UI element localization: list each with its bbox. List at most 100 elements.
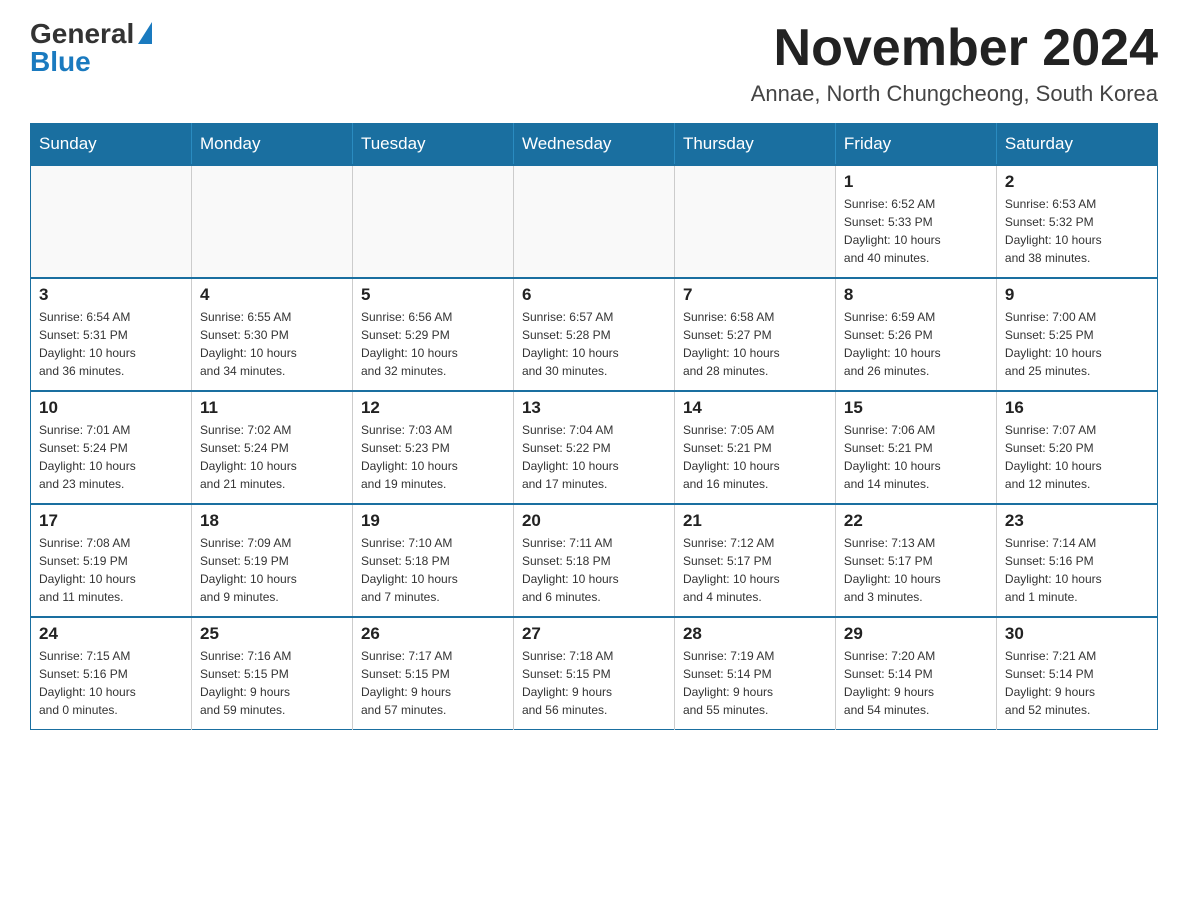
week-row-4: 17Sunrise: 7:08 AM Sunset: 5:19 PM Dayli… bbox=[31, 504, 1158, 617]
calendar-cell: 17Sunrise: 7:08 AM Sunset: 5:19 PM Dayli… bbox=[31, 504, 192, 617]
logo-blue-text: Blue bbox=[30, 48, 91, 76]
title-section: November 2024 Annae, North Chungcheong, … bbox=[751, 20, 1158, 107]
calendar-cell: 1 Sunrise: 6:52 AM Sunset: 5:33 PM Daylig… bbox=[835, 165, 996, 278]
day-info: Sunrise: 7:05 AM Sunset: 5:21 PM Dayligh… bbox=[683, 421, 827, 493]
calendar-cell: 15 Sunrise: 7:06 AM Sunset: 5:21 PM Dayli… bbox=[835, 391, 996, 504]
calendar-cell bbox=[31, 165, 192, 278]
day-header-wednesday: Wednesday bbox=[513, 124, 674, 166]
logo-general-text: General bbox=[30, 20, 134, 48]
logo: General Blue bbox=[30, 20, 152, 76]
calendar-cell bbox=[352, 165, 513, 278]
day-number: 26 bbox=[361, 624, 505, 644]
calendar-cell: 30 Sunrise: 7:21 AM Sunset: 5:14 PM Dayli… bbox=[996, 617, 1157, 730]
day-info: Sunrise: 6:54 AM Sunset: 5:31 PM Dayligh… bbox=[39, 308, 183, 380]
day-info: Sunrise: 7:04 AM Sunset: 5:22 PM Dayligh… bbox=[522, 421, 666, 493]
day-number: 11 bbox=[200, 398, 344, 418]
calendar-cell: 18 Sunrise: 7:09 AM Sunset: 5:19 PM Dayli… bbox=[191, 504, 352, 617]
day-info: Sunrise: 7:21 AM Sunset: 5:14 PM Dayligh… bbox=[1005, 647, 1149, 719]
day-number: 29 bbox=[844, 624, 988, 644]
location-title: Annae, North Chungcheong, South Korea bbox=[751, 81, 1158, 107]
calendar-cell: 14 Sunrise: 7:05 AM Sunset: 5:21 PM Dayli… bbox=[674, 391, 835, 504]
day-header-monday: Monday bbox=[191, 124, 352, 166]
day-info: Sunrise: 7:12 AM Sunset: 5:17 PM Dayligh… bbox=[683, 534, 827, 606]
calendar-cell: 28 Sunrise: 7:19 AM Sunset: 5:14 PM Dayli… bbox=[674, 617, 835, 730]
calendar-cell: 8 Sunrise: 6:59 AM Sunset: 5:26 PM Daylig… bbox=[835, 278, 996, 391]
day-number: 25 bbox=[200, 624, 344, 644]
day-header-thursday: Thursday bbox=[674, 124, 835, 166]
day-number: 12 bbox=[361, 398, 505, 418]
day-info: Sunrise: 7:13 AM Sunset: 5:17 PM Dayligh… bbox=[844, 534, 988, 606]
day-info: Sunrise: 7:09 AM Sunset: 5:19 PM Dayligh… bbox=[200, 534, 344, 606]
calendar-cell: 9Sunrise: 7:00 AM Sunset: 5:25 PM Daylig… bbox=[996, 278, 1157, 391]
day-info: Sunrise: 6:58 AM Sunset: 5:27 PM Dayligh… bbox=[683, 308, 827, 380]
day-header-friday: Friday bbox=[835, 124, 996, 166]
day-number: 14 bbox=[683, 398, 827, 418]
calendar-cell: 29 Sunrise: 7:20 AM Sunset: 5:14 PM Dayli… bbox=[835, 617, 996, 730]
calendar-cell bbox=[513, 165, 674, 278]
day-number: 6 bbox=[522, 285, 666, 305]
calendar-cell: 10 Sunrise: 7:01 AM Sunset: 5:24 PM Dayli… bbox=[31, 391, 192, 504]
day-number: 27 bbox=[522, 624, 666, 644]
day-info: Sunrise: 6:52 AM Sunset: 5:33 PM Dayligh… bbox=[844, 195, 988, 267]
day-info: Sunrise: 7:20 AM Sunset: 5:14 PM Dayligh… bbox=[844, 647, 988, 719]
day-header-tuesday: Tuesday bbox=[352, 124, 513, 166]
day-number: 16 bbox=[1005, 398, 1149, 418]
day-info: Sunrise: 7:15 AM Sunset: 5:16 PM Dayligh… bbox=[39, 647, 183, 719]
calendar-cell: 11 Sunrise: 7:02 AM Sunset: 5:24 PM Dayli… bbox=[191, 391, 352, 504]
day-info: Sunrise: 7:18 AM Sunset: 5:15 PM Dayligh… bbox=[522, 647, 666, 719]
day-number: 19 bbox=[361, 511, 505, 531]
day-info: Sunrise: 7:16 AM Sunset: 5:15 PM Dayligh… bbox=[200, 647, 344, 719]
day-info: Sunrise: 7:03 AM Sunset: 5:23 PM Dayligh… bbox=[361, 421, 505, 493]
day-number: 18 bbox=[200, 511, 344, 531]
calendar-cell: 25 Sunrise: 7:16 AM Sunset: 5:15 PM Dayli… bbox=[191, 617, 352, 730]
calendar-cell: 20Sunrise: 7:11 AM Sunset: 5:18 PM Dayli… bbox=[513, 504, 674, 617]
calendar-cell: 7 Sunrise: 6:58 AM Sunset: 5:27 PM Daylig… bbox=[674, 278, 835, 391]
calendar-cell: 27 Sunrise: 7:18 AM Sunset: 5:15 PM Dayli… bbox=[513, 617, 674, 730]
month-title: November 2024 bbox=[751, 20, 1158, 77]
day-number: 24 bbox=[39, 624, 183, 644]
calendar-cell: 26 Sunrise: 7:17 AM Sunset: 5:15 PM Dayli… bbox=[352, 617, 513, 730]
week-row-3: 10 Sunrise: 7:01 AM Sunset: 5:24 PM Dayli… bbox=[31, 391, 1158, 504]
day-info: Sunrise: 7:06 AM Sunset: 5:21 PM Dayligh… bbox=[844, 421, 988, 493]
week-row-5: 24 Sunrise: 7:15 AM Sunset: 5:16 PM Dayli… bbox=[31, 617, 1158, 730]
calendar-cell: 6 Sunrise: 6:57 AM Sunset: 5:28 PM Daylig… bbox=[513, 278, 674, 391]
day-number: 28 bbox=[683, 624, 827, 644]
day-number: 2 bbox=[1005, 172, 1149, 192]
day-header-saturday: Saturday bbox=[996, 124, 1157, 166]
calendar-cell: 5Sunrise: 6:56 AM Sunset: 5:29 PM Daylig… bbox=[352, 278, 513, 391]
day-number: 17 bbox=[39, 511, 183, 531]
calendar-cell: 21 Sunrise: 7:12 AM Sunset: 5:17 PM Dayli… bbox=[674, 504, 835, 617]
calendar-table: SundayMondayTuesdayWednesdayThursdayFrid… bbox=[30, 123, 1158, 730]
day-number: 13 bbox=[522, 398, 666, 418]
day-info: Sunrise: 7:07 AM Sunset: 5:20 PM Dayligh… bbox=[1005, 421, 1149, 493]
day-info: Sunrise: 6:57 AM Sunset: 5:28 PM Dayligh… bbox=[522, 308, 666, 380]
day-info: Sunrise: 7:10 AM Sunset: 5:18 PM Dayligh… bbox=[361, 534, 505, 606]
day-info: Sunrise: 7:02 AM Sunset: 5:24 PM Dayligh… bbox=[200, 421, 344, 493]
day-number: 30 bbox=[1005, 624, 1149, 644]
day-header-sunday: Sunday bbox=[31, 124, 192, 166]
day-number: 21 bbox=[683, 511, 827, 531]
calendar-cell: 12 Sunrise: 7:03 AM Sunset: 5:23 PM Dayli… bbox=[352, 391, 513, 504]
day-number: 8 bbox=[844, 285, 988, 305]
day-number: 10 bbox=[39, 398, 183, 418]
calendar-cell bbox=[674, 165, 835, 278]
calendar-cell bbox=[191, 165, 352, 278]
day-number: 20 bbox=[522, 511, 666, 531]
day-info: Sunrise: 6:59 AM Sunset: 5:26 PM Dayligh… bbox=[844, 308, 988, 380]
calendar-cell: 22 Sunrise: 7:13 AM Sunset: 5:17 PM Dayli… bbox=[835, 504, 996, 617]
day-info: Sunrise: 7:14 AM Sunset: 5:16 PM Dayligh… bbox=[1005, 534, 1149, 606]
calendar-cell: 4Sunrise: 6:55 AM Sunset: 5:30 PM Daylig… bbox=[191, 278, 352, 391]
calendar-cell: 13 Sunrise: 7:04 AM Sunset: 5:22 PM Dayli… bbox=[513, 391, 674, 504]
day-number: 9 bbox=[1005, 285, 1149, 305]
day-number: 15 bbox=[844, 398, 988, 418]
day-info: Sunrise: 7:01 AM Sunset: 5:24 PM Dayligh… bbox=[39, 421, 183, 493]
week-row-2: 3Sunrise: 6:54 AM Sunset: 5:31 PM Daylig… bbox=[31, 278, 1158, 391]
calendar-cell: 19 Sunrise: 7:10 AM Sunset: 5:18 PM Dayli… bbox=[352, 504, 513, 617]
day-number: 1 bbox=[844, 172, 988, 192]
day-info: Sunrise: 7:17 AM Sunset: 5:15 PM Dayligh… bbox=[361, 647, 505, 719]
day-number: 7 bbox=[683, 285, 827, 305]
day-info: Sunrise: 7:19 AM Sunset: 5:14 PM Dayligh… bbox=[683, 647, 827, 719]
day-info: Sunrise: 6:55 AM Sunset: 5:30 PM Dayligh… bbox=[200, 308, 344, 380]
day-number: 22 bbox=[844, 511, 988, 531]
day-info: Sunrise: 6:53 AM Sunset: 5:32 PM Dayligh… bbox=[1005, 195, 1149, 267]
